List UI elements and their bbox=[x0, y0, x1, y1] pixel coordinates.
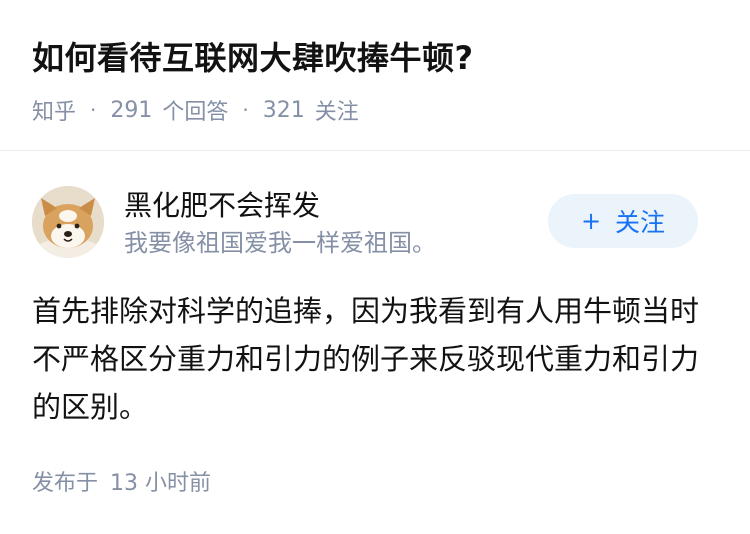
question-title[interactable]: 如何看待互联网大肆吹捧牛顿? bbox=[32, 36, 474, 80]
question-meta: 知乎 · 291 个回答 · 321 关注 bbox=[32, 92, 359, 128]
follower-count: 321 bbox=[262, 97, 305, 123]
meta-separator: · bbox=[242, 98, 249, 122]
answer-count: 291 bbox=[110, 97, 153, 123]
source-label[interactable]: 知乎 bbox=[32, 94, 76, 126]
follow-button-label: 关注 bbox=[615, 208, 666, 237]
publish-info: 发布于 13 小时前 bbox=[32, 466, 211, 502]
author-card: 黑化肥不会挥发 我要像祖国爱我一样爱祖国。 + 关注 bbox=[32, 186, 718, 260]
question-header: 如何看待互联网大肆吹捧牛顿? 知乎 · 291 个回答 · 321 关注 bbox=[0, 0, 750, 151]
author-name[interactable]: 黑化肥不会挥发 bbox=[124, 188, 320, 224]
shiba-dog-avatar-icon bbox=[32, 186, 104, 258]
meta-separator: · bbox=[90, 98, 97, 122]
answer-count-label[interactable]: 个回答 bbox=[162, 94, 228, 126]
published-time: 13 小时前 bbox=[110, 471, 212, 496]
published-label: 发布于 bbox=[32, 471, 99, 496]
plus-icon: + bbox=[580, 207, 602, 235]
author-bio: 我要像祖国爱我一样爱祖国。 bbox=[124, 229, 436, 257]
follow-button[interactable]: + 关注 bbox=[548, 194, 698, 248]
follower-count-label[interactable]: 关注 bbox=[315, 94, 359, 126]
avatar[interactable] bbox=[32, 186, 104, 258]
answer-content[interactable]: 首先排除对科学的追捧，因为我看到有人用牛顿当时不严格区分重力和引力的例子来反驳现… bbox=[32, 287, 702, 431]
